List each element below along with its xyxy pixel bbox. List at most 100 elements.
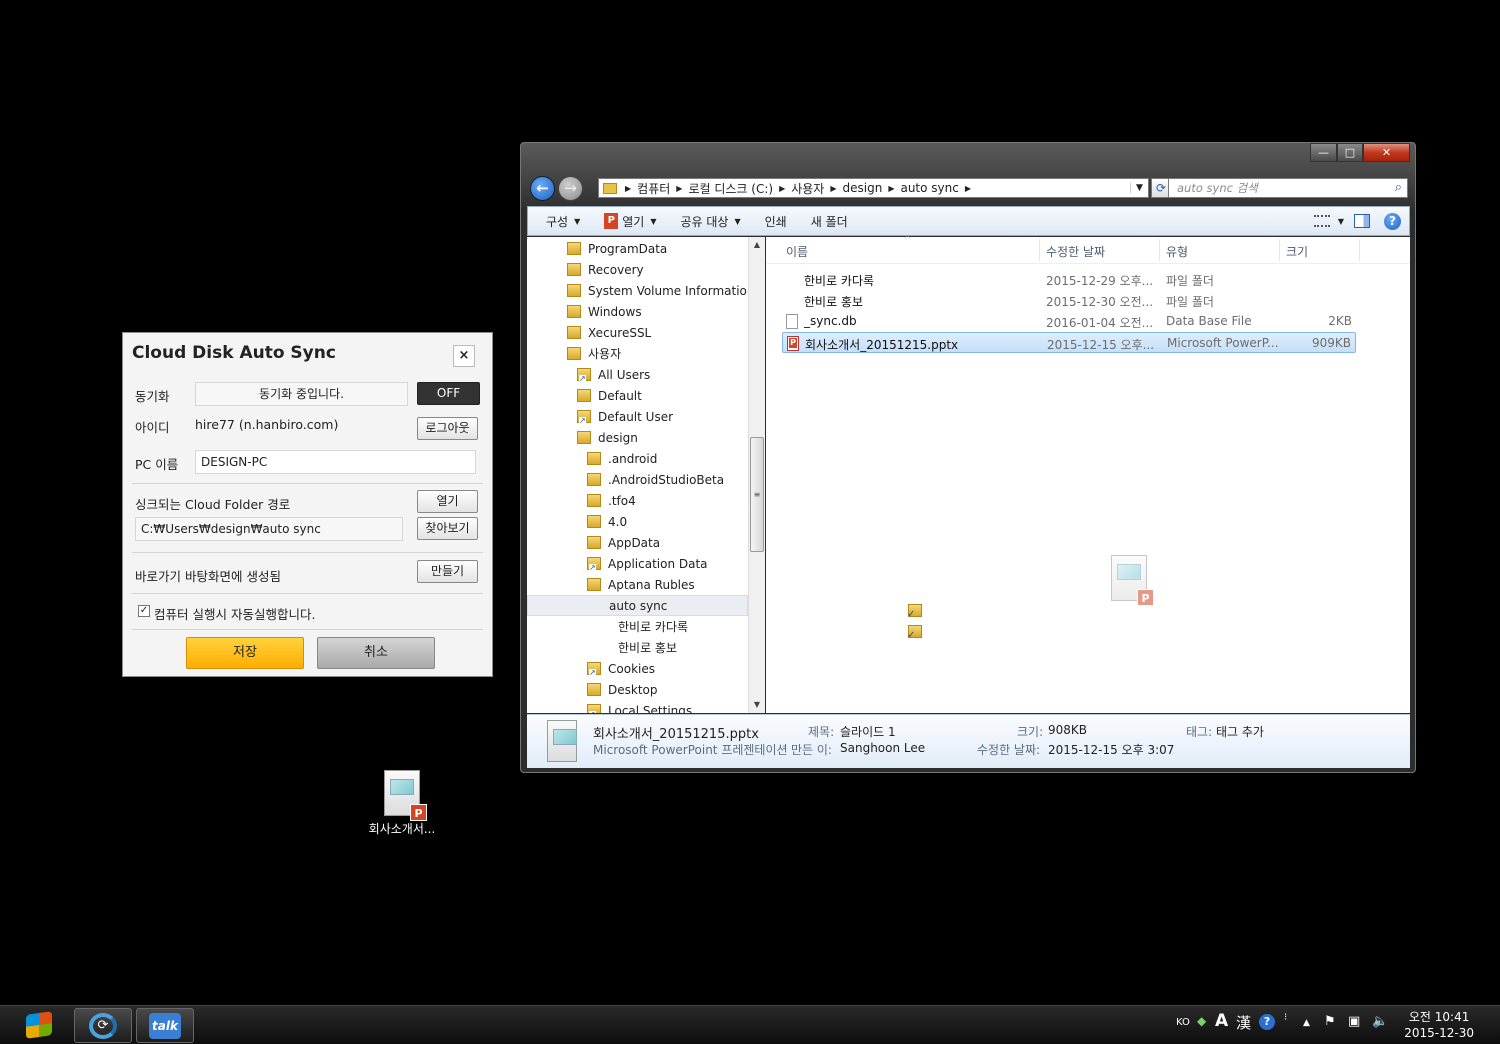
tree-item[interactable]: .AndroidStudioBeta [587,469,724,490]
tree-item[interactable]: 한비로 카다록 [597,616,688,637]
preview-pane-icon[interactable] [1354,214,1370,228]
desktop-pptx-file[interactable]: P 회사소개서... [360,770,444,837]
logout-button[interactable]: 로그아웃 [417,417,478,440]
tree-item[interactable]: Recovery [567,259,644,280]
maximize-button[interactable]: □ [1337,143,1363,162]
start-button[interactable] [18,1008,62,1043]
tree-item[interactable]: Windows [567,301,642,322]
tree-item[interactable]: .tfo4 [587,490,636,511]
open-folder-button[interactable]: 열기 [417,490,478,513]
minimize-button[interactable]: — [1310,143,1337,162]
address-bar[interactable]: ▶ 컴퓨터 ▶ 로컬 디스크 (C:) ▶ 사용자 ▶ design ▶ aut… [598,178,1149,198]
cancel-button[interactable]: 취소 [317,637,435,669]
tree-item[interactable]: Local Settings [587,700,692,713]
chevron-down-icon[interactable]: ▼ [1338,217,1344,226]
organize-menu[interactable]: 구성 ▼ [528,213,592,230]
details-size-value: 908KB [1048,723,1088,737]
tree-item[interactable]: Aptana Rubles [587,574,695,595]
tree-item[interactable]: All Users [577,364,650,385]
file-row[interactable]: 한비로 카다록 2015-12-29 오후... 파일 폴더 [782,269,1356,620]
tree-item[interactable]: auto sync [527,595,748,616]
tree-item[interactable]: XecureSSL [567,322,651,343]
details-author-value[interactable]: Sanghoon Lee [840,741,925,755]
taskbar-sync-app[interactable]: ⟳ [74,1008,132,1043]
file-row[interactable]: 회사소개서_20151215.pptx 2015-12-15 오후... Micro… [782,332,1356,353]
folder-path-field[interactable]: C:₩Users₩design₩auto sync [135,517,403,541]
sync-off-button[interactable]: OFF [417,382,480,405]
help-icon[interactable]: ? [1384,212,1401,230]
view-options-icon[interactable] [1313,215,1330,227]
tree-item[interactable]: 사용자 [567,343,621,364]
column-name[interactable]: 이름 [786,243,808,260]
ime-options-icon[interactable]: ⁝ [1284,1012,1287,1023]
forward-button[interactable]: → [558,176,583,201]
database-file-icon [786,314,798,329]
taskbar-talk-app[interactable]: talk [136,1008,194,1043]
browse-button[interactable]: 찾아보기 [417,517,478,540]
pc-name-field[interactable]: DESIGN-PC [195,450,476,474]
open-menu[interactable]: P 열기 ▼ [592,213,668,230]
tree-item[interactable]: System Volume Information [567,280,754,301]
folder-icon [587,536,601,549]
print-button[interactable]: 인쇄 [753,213,799,230]
help-icon[interactable]: ? [1259,1014,1275,1030]
tree-scrollbar[interactable]: ▲ ≡ ▼ [748,237,765,713]
tree-item[interactable]: Cookies [587,658,655,679]
tree-item[interactable]: Application Data [587,553,708,574]
tree-item[interactable]: Desktop [587,679,658,700]
new-folder-button[interactable]: 새 폴더 [799,213,860,230]
details-title-value[interactable]: 슬라이드 1 [840,723,896,740]
pc-name-label: PC 이름 [135,457,179,472]
autorun-checkbox[interactable]: ✓ [138,605,150,617]
column-size[interactable]: 크기 [1286,243,1308,260]
details-filetype: Microsoft PowerPoint 프레젠테이션 [593,743,788,757]
tree-item-label: Default User [598,409,674,424]
close-button[interactable]: × [453,345,475,367]
ime-a-icon[interactable]: A [1215,1011,1228,1031]
tree-item[interactable]: ProgramData [567,238,667,259]
save-button[interactable]: 저장 [186,637,304,669]
ime-icon[interactable]: ◆ [1197,1014,1206,1028]
ime-hanja-icon[interactable]: 漢 [1236,1012,1251,1033]
breadcrumb-item[interactable]: 로컬 디스크 (C:) [684,180,777,197]
tree-item[interactable]: AppData [587,532,660,553]
show-hidden-icons[interactable]: ▲ [1303,1018,1310,1028]
system-clock[interactable]: 오전 10:41 2015-12-30 [1404,1009,1474,1041]
tree-item-label: Default [598,388,642,403]
network-icon[interactable]: ▣ [1348,1014,1360,1029]
details-modified-key: 수정한 날짜: [977,743,1041,757]
breadcrumb-item[interactable]: auto sync [896,181,962,195]
shortcut-folder-icon [587,704,601,713]
tree-item-label: auto sync [609,598,668,613]
action-center-flag-icon[interactable]: ⚑ [1324,1014,1336,1029]
breadcrumb-item[interactable]: 컴퓨터 [633,180,674,197]
tree-item[interactable]: .android [587,448,657,469]
volume-icon[interactable]: 🔈 [1372,1014,1388,1029]
create-shortcut-button[interactable]: 만들기 [417,560,478,583]
sync-icon: ⟳ [89,1013,117,1039]
file-list: 이름 수정한 날짜 유형 크기 ^ 한비로 카다록 2015-12-29 오후..… [766,234,1410,713]
file-name: _sync.db [804,314,857,328]
share-menu[interactable]: 공유 대상 ▼ [669,213,753,230]
scroll-up-icon[interactable]: ▲ [749,237,765,253]
column-modified[interactable]: 수정한 날짜 [1046,243,1105,260]
breadcrumb-item[interactable]: design [839,181,887,195]
back-button[interactable]: ← [530,176,555,201]
breadcrumb-item[interactable]: 사용자 [787,180,828,197]
chevron-right-icon: ▶ [830,183,837,193]
scroll-down-icon[interactable]: ▼ [749,697,765,713]
details-tag-value[interactable]: 태그 추가 [1216,723,1264,740]
file-row[interactable]: 한비로 홍보 2015-12-30 오전... 파일 폴더 [782,290,1356,641]
language-indicator[interactable]: KO [1176,1017,1190,1028]
tree-item[interactable]: 한비로 홍보 [597,637,677,658]
scroll-thumb[interactable]: ≡ [750,437,764,552]
tree-item[interactable]: Default User [577,406,673,427]
tree-item[interactable]: 4.0 [587,511,627,532]
file-row[interactable]: _sync.db 2016-01-04 오전... Data Base File 2K… [782,311,1356,332]
column-type[interactable]: 유형 [1166,243,1188,260]
search-input[interactable]: auto sync 검색 ⌕ [1168,178,1408,198]
tree-item[interactable]: Default [577,385,642,406]
chevron-down-icon[interactable]: ▼ [1130,183,1148,193]
tree-item[interactable]: design [577,427,638,448]
close-button[interactable]: ✕ [1363,143,1410,162]
